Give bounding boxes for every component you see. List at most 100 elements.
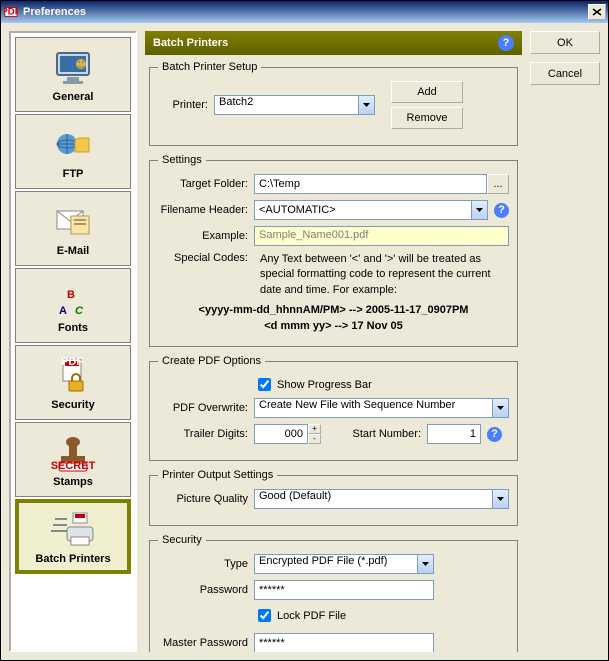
panel-title: Batch Printers bbox=[153, 37, 228, 49]
pdf-overwrite-label: PDF Overwrite: bbox=[158, 402, 248, 414]
stamp-icon: SECRET bbox=[49, 432, 97, 474]
chevron-down-icon[interactable] bbox=[417, 554, 434, 574]
help-icon[interactable]: ? bbox=[494, 203, 509, 218]
sidebar-item-label: Stamps bbox=[53, 476, 93, 488]
security-type-value: Encrypted PDF File (*.pdf) bbox=[254, 554, 417, 574]
printer-label: Printer: bbox=[158, 99, 208, 111]
help-icon[interactable]: ? bbox=[487, 427, 502, 442]
settings-group: Settings Target Folder: ... Filename Hea… bbox=[149, 154, 518, 347]
main-panel: Batch Printers ? Batch Printer Setup Pri… bbox=[145, 31, 522, 652]
special-codes-label: Special Codes: bbox=[158, 252, 248, 264]
sidebar-item-label: FTP bbox=[63, 168, 84, 180]
pdf-overwrite-select[interactable]: Create New File with Sequence Number bbox=[254, 398, 509, 418]
sidebar-item-label: General bbox=[53, 91, 94, 103]
chevron-down-icon[interactable] bbox=[492, 489, 509, 509]
filename-header-value[interactable] bbox=[254, 200, 471, 220]
browse-button[interactable]: ... bbox=[487, 174, 509, 194]
app-icon: PDF bbox=[3, 4, 19, 20]
show-progress-label: Show Progress Bar bbox=[277, 379, 372, 391]
printer-select-value: Batch2 bbox=[214, 95, 358, 115]
monitor-icon bbox=[49, 47, 97, 89]
spin-down-button[interactable]: - bbox=[308, 434, 321, 444]
group-legend: Printer Output Settings bbox=[158, 469, 277, 481]
example-value: Sample_Name001.pdf bbox=[254, 226, 509, 246]
cancel-button[interactable]: Cancel bbox=[530, 62, 600, 85]
create-pdf-options-group: Create PDF Options Show Progress Bar PDF… bbox=[149, 355, 518, 461]
ok-button[interactable]: OK bbox=[530, 31, 600, 54]
trailer-digits-label: Trailer Digits: bbox=[158, 428, 248, 440]
group-legend: Security bbox=[158, 534, 206, 546]
svg-text:PDF: PDF bbox=[61, 356, 83, 368]
sidebar-item-security[interactable]: PDF Security bbox=[15, 345, 131, 420]
target-folder-label: Target Folder: bbox=[158, 178, 248, 190]
filename-header-select[interactable] bbox=[254, 200, 488, 220]
close-button[interactable] bbox=[588, 4, 606, 20]
titlebar: PDF Preferences bbox=[1, 1, 608, 23]
chevron-down-icon[interactable] bbox=[358, 95, 375, 115]
pdf-lock-icon: PDF bbox=[49, 355, 97, 397]
example-label: Example: bbox=[158, 230, 248, 242]
sidebar-item-general[interactable]: General bbox=[15, 37, 131, 112]
lock-pdf-label: Lock PDF File bbox=[277, 610, 346, 622]
help-icon[interactable]: ? bbox=[498, 35, 514, 51]
format-example-2: <d mmm yy> --> 17 Nov 05 bbox=[158, 320, 509, 332]
target-folder-input[interactable] bbox=[254, 174, 487, 194]
group-legend: Batch Printer Setup bbox=[158, 61, 261, 73]
lock-pdf-checkbox[interactable] bbox=[258, 609, 271, 622]
master-password-input[interactable] bbox=[254, 633, 434, 652]
password-label: Password bbox=[158, 584, 248, 596]
preferences-window: PDF Preferences General FTP bbox=[0, 0, 609, 661]
picture-quality-value: Good (Default) bbox=[254, 489, 492, 509]
svg-text:A: A bbox=[59, 305, 67, 317]
svg-text:PDF: PDF bbox=[4, 7, 18, 18]
remove-button[interactable]: Remove bbox=[391, 107, 463, 129]
password-input[interactable] bbox=[254, 580, 434, 600]
svg-text:B: B bbox=[67, 289, 75, 301]
panel-body: Batch Printer Setup Printer: Batch2 Add … bbox=[145, 55, 522, 652]
picture-quality-select[interactable]: Good (Default) bbox=[254, 489, 509, 509]
window-title: Preferences bbox=[23, 6, 86, 18]
trailer-digits-spinner: + - bbox=[308, 424, 321, 444]
security-type-select[interactable]: Encrypted PDF File (*.pdf) bbox=[254, 554, 434, 574]
show-progress-checkbox[interactable] bbox=[258, 378, 271, 391]
svg-text:SECRET: SECRET bbox=[51, 460, 96, 472]
group-legend: Settings bbox=[158, 154, 206, 166]
picture-quality-label: Picture Quality bbox=[158, 493, 248, 505]
printer-select[interactable]: Batch2 bbox=[214, 95, 375, 115]
sidebar-item-label: Fonts bbox=[58, 322, 88, 334]
sidebar: General FTP E-Mail BAC Fonts bbox=[9, 31, 137, 652]
sidebar-item-batch-printers[interactable]: Batch Printers bbox=[15, 499, 131, 574]
envelope-icon bbox=[49, 201, 97, 243]
printer-output-group: Printer Output Settings Picture Quality … bbox=[149, 469, 518, 526]
filename-header-label: Filename Header: bbox=[158, 204, 248, 216]
sidebar-item-stamps[interactable]: SECRET Stamps bbox=[15, 422, 131, 497]
add-button[interactable]: Add bbox=[391, 81, 463, 103]
network-folder-icon bbox=[49, 124, 97, 166]
start-number-label: Start Number: bbox=[341, 428, 421, 440]
special-codes-text: Any Text between '<' and '>' will be tre… bbox=[260, 252, 509, 298]
window-body: General FTP E-Mail BAC Fonts bbox=[1, 23, 608, 660]
pdf-overwrite-value: Create New File with Sequence Number bbox=[254, 398, 492, 418]
master-password-label: Master Password bbox=[158, 637, 248, 649]
trailer-digits-input[interactable] bbox=[254, 424, 308, 444]
security-type-label: Type bbox=[158, 558, 248, 570]
svg-text:C: C bbox=[75, 305, 84, 317]
sidebar-item-label: Security bbox=[51, 399, 94, 411]
sidebar-item-fonts[interactable]: BAC Fonts bbox=[15, 268, 131, 343]
batch-printer-setup-group: Batch Printer Setup Printer: Batch2 Add … bbox=[149, 61, 518, 146]
dialog-buttons: OK Cancel bbox=[530, 31, 600, 652]
sidebar-item-email[interactable]: E-Mail bbox=[15, 191, 131, 266]
sidebar-item-label: E-Mail bbox=[57, 245, 89, 257]
panel-header: Batch Printers ? bbox=[145, 31, 522, 55]
chevron-down-icon[interactable] bbox=[492, 398, 509, 418]
fonts-icon: BAC bbox=[49, 278, 97, 320]
start-number-input[interactable] bbox=[427, 424, 481, 444]
security-group: Security Type Encrypted PDF File (*.pdf)… bbox=[149, 534, 518, 652]
chevron-down-icon[interactable] bbox=[471, 200, 488, 220]
sidebar-item-ftp[interactable]: FTP bbox=[15, 114, 131, 189]
spin-up-button[interactable]: + bbox=[308, 424, 321, 434]
group-legend: Create PDF Options bbox=[158, 355, 265, 367]
sidebar-item-label: Batch Printers bbox=[35, 553, 110, 565]
format-example-1: <yyyy-mm-dd_hhnnAM/PM> --> 2005-11-17_09… bbox=[158, 304, 509, 316]
batch-printer-icon bbox=[49, 509, 97, 551]
